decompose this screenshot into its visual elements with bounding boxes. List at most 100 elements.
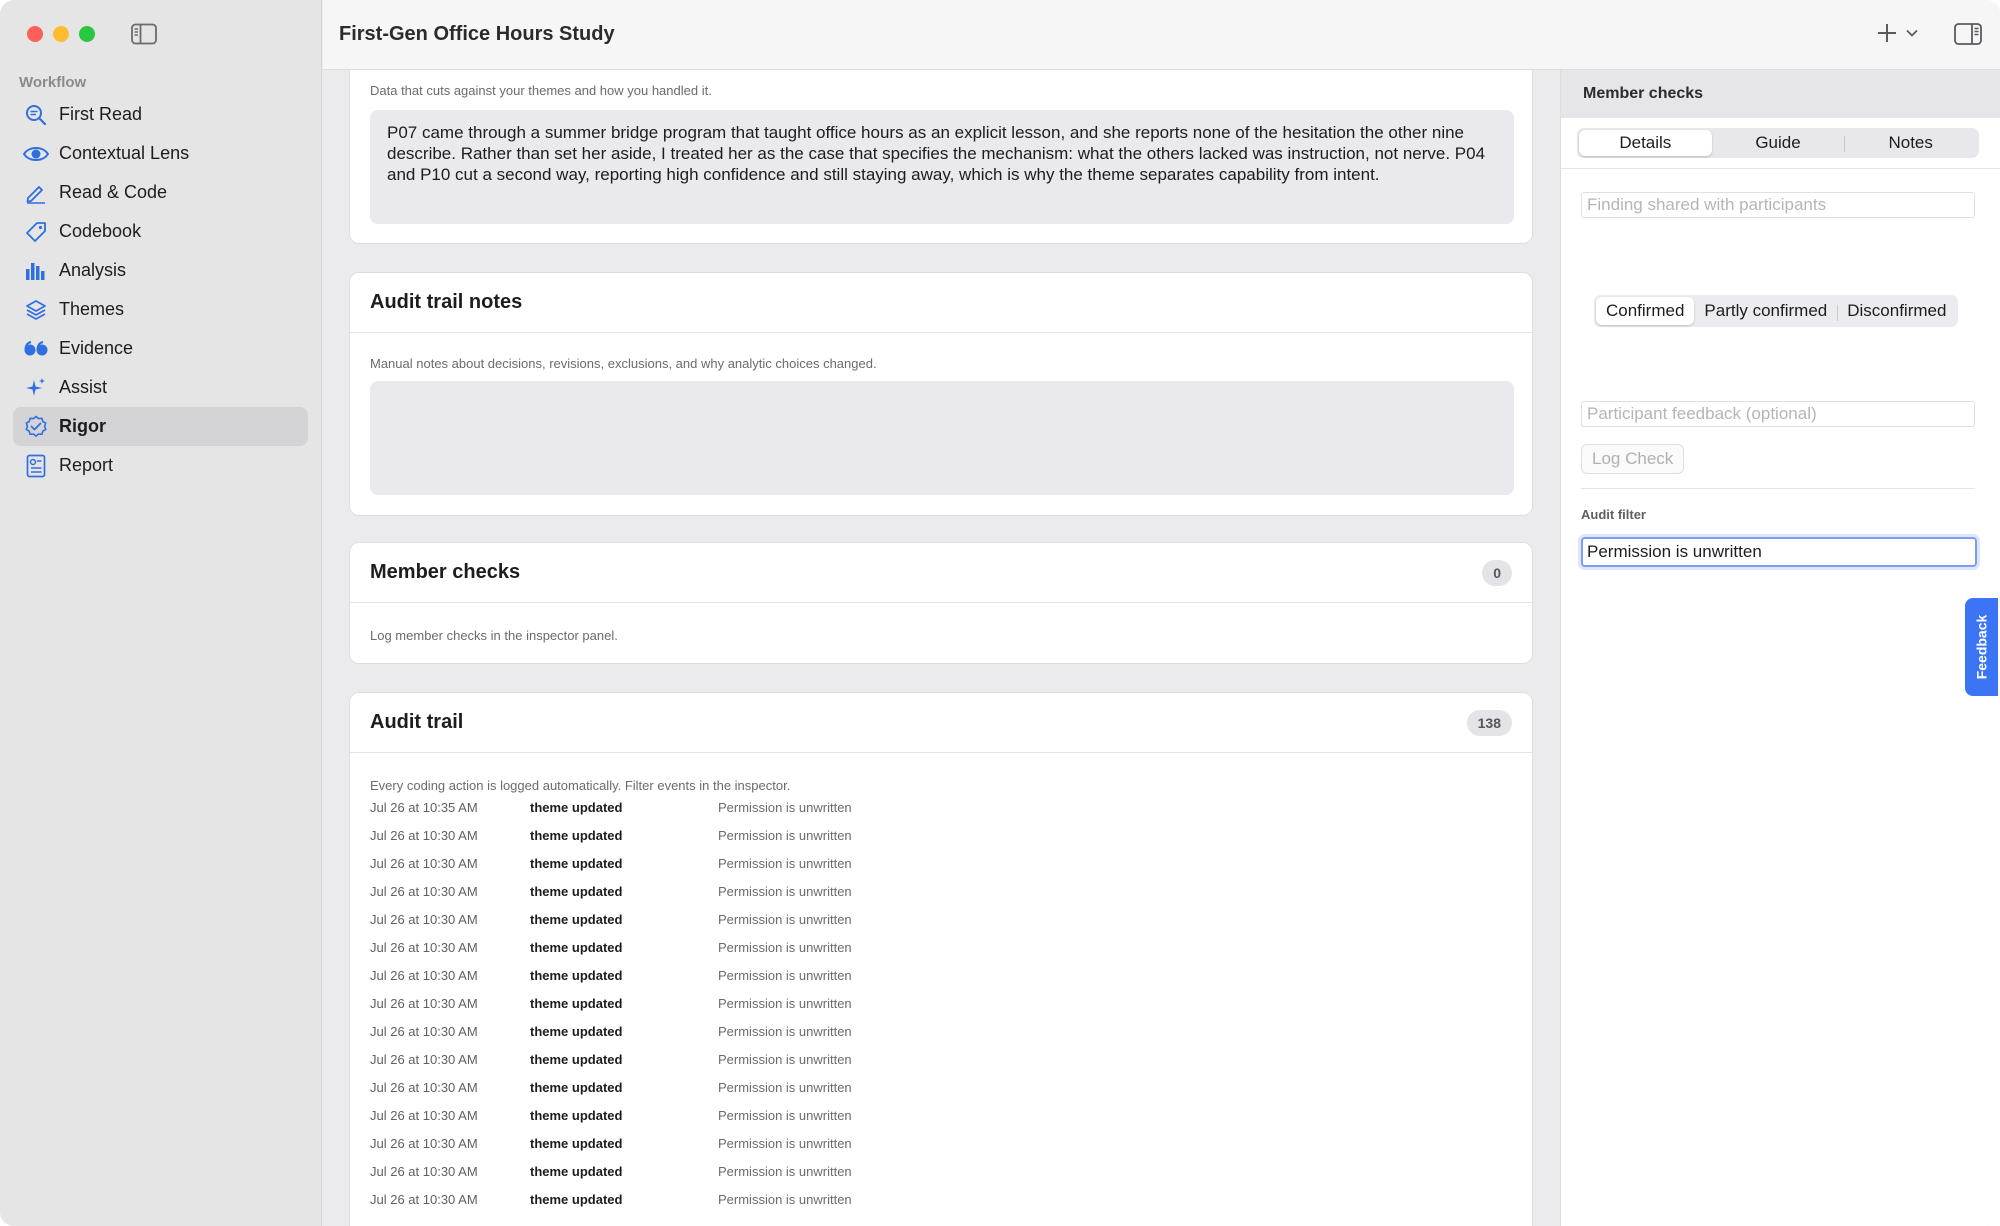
audit-filter-label: Audit filter — [1581, 507, 1646, 522]
audit-row-detail: Permission is unwritten — [718, 995, 852, 1011]
negative-cases-card: Data that cuts against your themes and h… — [349, 70, 1533, 244]
sidebar-item-first-read[interactable]: First Read — [13, 95, 308, 134]
audit-row: Jul 26 at 10:30 AM theme updated Permissio… — [370, 849, 1510, 877]
audit-row: Jul 26 at 10:30 AM theme updated Permissio… — [370, 1017, 1510, 1045]
seal-check-icon — [23, 414, 49, 440]
sidebar-item-read-code[interactable]: Read & Code — [13, 173, 308, 212]
audit-row-action: theme updated — [530, 827, 623, 843]
audit-trail-list: Jul 26 at 10:35 AM theme updated Permissio… — [370, 793, 1510, 1213]
minimize-window-button[interactable] — [53, 26, 69, 42]
audit-row-action: theme updated — [530, 1135, 623, 1151]
audit-row-time: Jul 26 at 10:30 AM — [370, 1107, 478, 1123]
audit-row-detail: Permission is unwritten — [718, 1023, 852, 1039]
card-title: Audit trail notes — [370, 291, 523, 313]
tag-icon — [23, 219, 49, 245]
audit-row-action: theme updated — [530, 1163, 623, 1179]
sidebar-item-assist[interactable]: Assist — [13, 368, 308, 407]
audit-row-detail: Permission is unwritten — [718, 799, 852, 815]
report-icon — [23, 453, 49, 479]
sidebar-item-contextual-lens[interactable]: Contextual Lens — [13, 134, 308, 173]
inspector-panel: Member checks Details Guide Notes Findin… — [1560, 70, 2000, 1226]
audit-row-time: Jul 26 at 10:30 AM — [370, 995, 478, 1011]
status-confirmed[interactable]: Confirmed — [1596, 297, 1695, 325]
plus-icon — [1878, 24, 1896, 42]
app-window: Workflow First Read Contextual Lens Read… — [0, 0, 2000, 1226]
audit-row-time: Jul 26 at 10:30 AM — [370, 967, 478, 983]
audit-row-time: Jul 26 at 10:30 AM — [370, 855, 478, 871]
audit-row-detail: Permission is unwritten — [718, 827, 852, 843]
feedback-placeholder: Participant feedback (optional) — [1587, 404, 1817, 423]
sidebar-item-evidence[interactable]: Evidence — [13, 329, 308, 368]
sidebar-item-codebook[interactable]: Codebook — [13, 212, 308, 251]
sidebar-item-label: Read & Code — [59, 182, 168, 202]
audit-row-action: theme updated — [530, 1191, 623, 1207]
audit-row-detail: Permission is unwritten — [718, 1051, 852, 1067]
audit-row: Jul 26 at 10:30 AM theme updated Permissio… — [370, 1045, 1510, 1073]
workflow-nav: First Read Contextual Lens Read & Code C… — [13, 95, 308, 485]
divider — [1581, 488, 1975, 489]
audit-filter-input[interactable]: Permission is unwritten — [1581, 537, 1977, 567]
member-checks-header: Member checks 0 — [350, 543, 1532, 603]
audit-row-time: Jul 26 at 10:35 AM — [370, 799, 478, 815]
divider — [1844, 136, 1846, 152]
tab-notes[interactable]: Notes — [1844, 130, 1977, 156]
audit-row-detail: Permission is unwritten — [718, 1079, 852, 1095]
sidebar-item-analysis[interactable]: Analysis — [13, 251, 308, 290]
negative-cases-hint: Data that cuts against your themes and h… — [370, 83, 712, 98]
layers-icon — [23, 297, 49, 323]
tab-guide[interactable]: Guide — [1712, 130, 1845, 156]
audit-row-time: Jul 26 at 10:30 AM — [370, 1079, 478, 1095]
inspector-toggle-icon[interactable] — [1954, 22, 1982, 46]
audit-row-action: theme updated — [530, 995, 623, 1011]
audit-row-action: theme updated — [530, 883, 623, 899]
audit-row-detail: Permission is unwritten — [718, 883, 852, 899]
negative-cases-textarea[interactable]: P07 came through a summer bridge program… — [370, 110, 1514, 224]
tab-label: Notes — [1888, 133, 1933, 152]
inspector-title: Member checks — [1561, 70, 2000, 118]
audit-row-action: theme updated — [530, 911, 623, 927]
audit-notes-textarea[interactable] — [370, 381, 1514, 495]
participant-feedback-input[interactable]: Participant feedback (optional) — [1581, 401, 1975, 427]
sidebar: Workflow First Read Contextual Lens Read… — [0, 0, 322, 1226]
sidebar-item-label: Themes — [59, 299, 125, 319]
audit-row-detail: Permission is unwritten — [718, 967, 852, 983]
sidebar-item-themes[interactable]: Themes — [13, 290, 308, 329]
sidebar-item-label: Codebook — [59, 221, 142, 241]
add-menu-button[interactable] — [1876, 22, 1918, 44]
audit-row: Jul 26 at 10:30 AM theme updated Permissio… — [370, 877, 1510, 905]
tab-details[interactable]: Details — [1579, 130, 1712, 156]
count-badge: 0 — [1482, 559, 1512, 586]
audit-row-time: Jul 26 at 10:30 AM — [370, 1163, 478, 1179]
member-checks-card: Member checks 0 Log member checks in the… — [349, 542, 1533, 664]
audit-row-action: theme updated — [530, 799, 623, 815]
audit-row-time: Jul 26 at 10:30 AM — [370, 1135, 478, 1151]
sidebar-item-rigor[interactable]: Rigor — [13, 407, 308, 446]
feedback-button[interactable]: Feedback — [1965, 598, 1998, 696]
audit-row-action: theme updated — [530, 1051, 623, 1067]
chevron-down-icon — [1906, 29, 1918, 37]
sidebar-item-label: Assist — [59, 377, 108, 397]
audit-row-detail: Permission is unwritten — [718, 1163, 852, 1179]
sidebar-item-label: Rigor — [59, 416, 106, 436]
zoom-window-button[interactable] — [79, 26, 95, 42]
status-disconfirmed[interactable]: Disconfirmed — [1837, 297, 1956, 325]
sidebar-item-label: Contextual Lens — [59, 143, 190, 163]
inspector-tabs: Details Guide Notes — [1577, 128, 1979, 158]
audit-row: Jul 26 at 10:30 AM theme updated Permissio… — [370, 905, 1510, 933]
sidebar-item-label: Analysis — [59, 260, 127, 280]
audit-row-action: theme updated — [530, 1107, 623, 1123]
status-partly-confirmed[interactable]: Partly confirmed — [1694, 297, 1837, 325]
finding-placeholder: Finding shared with participants — [1587, 195, 1827, 214]
sidebar-toggle-icon[interactable] — [131, 23, 157, 45]
finding-input[interactable]: Finding shared with participants — [1581, 192, 1975, 218]
sidebar-item-report[interactable]: Report — [13, 446, 308, 485]
window-title: First-Gen Office Hours Study — [339, 23, 615, 45]
audit-row: Jul 26 at 10:30 AM theme updated Permissio… — [370, 933, 1510, 961]
close-window-button[interactable] — [27, 26, 43, 42]
log-check-button[interactable]: Log Check — [1581, 444, 1685, 474]
divider — [1837, 305, 1839, 321]
sidebar-item-label: First Read — [59, 104, 143, 124]
audit-row: Jul 26 at 10:35 AM theme updated Permissio… — [370, 793, 1510, 821]
sidebar-heading: Workflow — [19, 74, 87, 91]
count-badge: 138 — [1466, 709, 1512, 736]
